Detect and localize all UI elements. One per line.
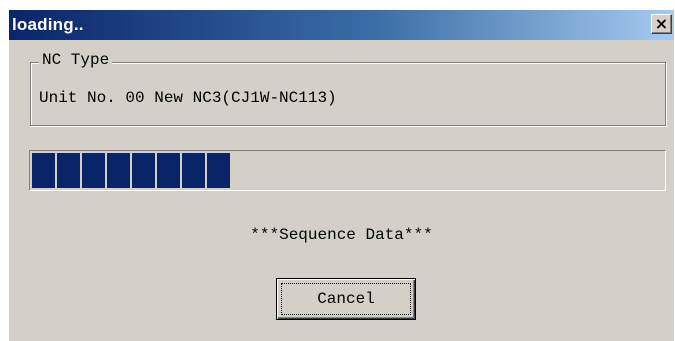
progress-block [207,153,230,188]
progress-block [157,153,180,188]
progress-fill [32,153,663,188]
progress-bar [29,150,666,191]
progress-block [182,153,205,188]
progress-block [57,153,80,188]
loading-dialog: loading.. × NC Type Unit No. 00 New NC3(… [9,10,674,341]
progress-block [132,153,155,188]
progress-block [32,153,55,188]
close-button[interactable]: × [651,14,672,34]
nc-type-legend: NC Type [39,51,113,69]
cancel-button[interactable]: Cancel [276,278,416,320]
unit-info: Unit No. 00 New NC3(CJ1W-NC113) [39,89,337,107]
cancel-button-label: Cancel [317,290,375,308]
progress-block [107,153,130,188]
progress-block [82,153,105,188]
nc-type-group: NC Type Unit No. 00 New NC3(CJ1W-NC113) [30,51,666,126]
window-title: loading.. [12,15,84,34]
title-bar[interactable]: loading.. × [9,10,674,40]
status-text: ***Sequence Data*** [250,226,433,244]
close-icon: × [654,14,669,33]
